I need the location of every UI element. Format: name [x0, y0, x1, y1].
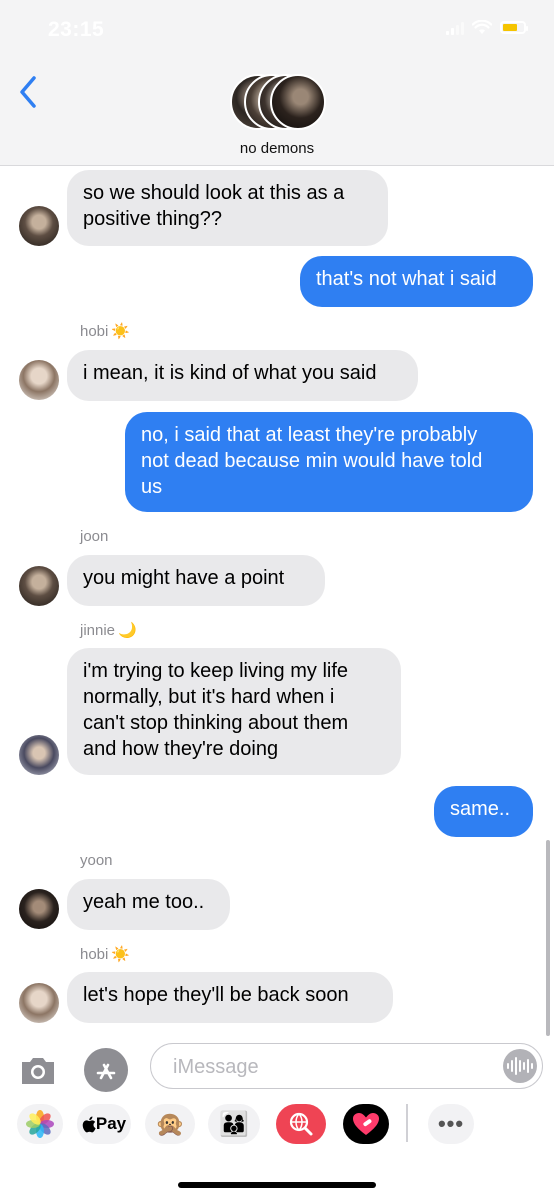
group-name[interactable]: no demons	[0, 140, 554, 157]
sender-name: joon	[80, 528, 108, 545]
wifi-icon	[472, 20, 492, 34]
composer: iMessage	[0, 1038, 554, 1200]
outgoing-message[interactable]: that's not what i said	[300, 256, 533, 307]
photos-icon	[26, 1110, 54, 1138]
incoming-message[interactable]: yeah me too..	[67, 879, 230, 930]
memoji-stickers-app-button[interactable]: 👨‍👩‍👦	[208, 1104, 260, 1144]
message-line: positive thing??	[83, 208, 222, 230]
photos-app-button[interactable]	[17, 1104, 63, 1144]
battery-icon	[500, 21, 528, 34]
status-icons	[446, 20, 528, 35]
avatar	[19, 983, 59, 1023]
message-text: you might have a point	[83, 567, 285, 589]
message-line: and how they're doing	[83, 738, 279, 760]
audio-message-button[interactable]	[503, 1049, 537, 1083]
avatar	[270, 74, 326, 130]
digital-touch-app-button[interactable]	[343, 1104, 389, 1144]
sender-name-text: yoon	[80, 852, 113, 869]
memoji-stickers-icon: 👨‍👩‍👦	[219, 1110, 249, 1138]
camera-icon	[22, 1058, 54, 1084]
app-store-icon	[96, 1063, 116, 1080]
outgoing-message[interactable]: no, i said that at least they're probabl…	[125, 412, 533, 512]
apple-pay-app-button[interactable]: Pay	[77, 1104, 131, 1144]
sender-name: hobi ☀️	[80, 945, 130, 963]
sender-name-text: hobi	[80, 323, 109, 340]
sender-name: jinnie 🌙	[80, 621, 137, 639]
monkey-memoji-icon: 🙊	[155, 1110, 185, 1138]
moon-emoji-icon: 🌙	[118, 622, 137, 639]
message-text: i mean, it is kind of what you said	[83, 362, 377, 384]
globe-search-icon	[289, 1112, 313, 1136]
message-line: us	[141, 476, 163, 498]
message-text: that's not what i said	[316, 268, 497, 290]
back-button[interactable]	[14, 70, 44, 114]
incoming-message[interactable]: so we should look at this as a positive …	[67, 170, 388, 246]
conversation-header: 23:15 no demons	[0, 0, 554, 166]
apple-logo-icon	[82, 1116, 96, 1132]
avatar	[19, 360, 59, 400]
app-drawer-divider	[406, 1104, 408, 1142]
message-line: normally, but it's hard when i	[83, 686, 335, 708]
app-store-button[interactable]	[84, 1048, 128, 1092]
group-avatars[interactable]	[228, 74, 328, 132]
scrollbar[interactable]	[546, 840, 550, 1036]
chevron-left-icon	[20, 76, 36, 108]
apple-pay-label: Pay	[95, 1114, 127, 1133]
memoji-app-button[interactable]: 🙊	[145, 1104, 195, 1144]
message-line: can't stop thinking about them	[83, 712, 349, 734]
more-apps-button[interactable]: •••	[428, 1104, 474, 1144]
message-input[interactable]: iMessage	[150, 1043, 543, 1089]
app-drawer: Pay 🙊 👨‍👩‍👦 •••	[0, 1104, 554, 1148]
sun-emoji-icon: ☀️	[111, 946, 131, 963]
message-text: let's hope they'll be back soon	[83, 984, 349, 1006]
incoming-message[interactable]: let's hope they'll be back soon	[67, 972, 393, 1023]
camera-button[interactable]	[18, 1050, 58, 1090]
message-line: no, i said that at least they're probabl…	[141, 424, 478, 446]
sender-name-text: hobi	[80, 946, 109, 963]
audio-waveform-icon	[507, 1057, 533, 1075]
status-time: 23:15	[48, 18, 105, 41]
avatar	[19, 206, 59, 246]
message-line: not dead because min would have told	[141, 450, 483, 472]
cellular-signal-icon	[446, 21, 464, 35]
sender-name-text: joon	[80, 528, 109, 545]
incoming-message[interactable]: i mean, it is kind of what you said	[67, 350, 418, 401]
outgoing-message[interactable]: same..	[434, 786, 533, 837]
incoming-message[interactable]: i'm trying to keep living my life normal…	[67, 648, 401, 775]
heart-touch-icon	[353, 1113, 379, 1135]
avatar	[19, 889, 59, 929]
sender-name: hobi ☀️	[80, 322, 130, 340]
message-line: so we should look at this as a	[83, 182, 345, 204]
message-text: same..	[450, 798, 511, 820]
message-text: yeah me too..	[83, 891, 205, 913]
home-indicator[interactable]	[178, 1182, 376, 1188]
sun-emoji-icon: ☀️	[111, 323, 131, 340]
message-line: i'm trying to keep living my life	[83, 660, 349, 682]
more-dots-icon: •••	[437, 1111, 465, 1136]
images-search-app-button[interactable]	[276, 1104, 326, 1144]
incoming-message[interactable]: you might have a point	[67, 555, 325, 606]
message-input-placeholder: iMessage	[173, 1056, 259, 1078]
avatar	[19, 735, 59, 775]
avatar	[19, 566, 59, 606]
sender-name-text: jinnie	[80, 622, 116, 639]
sender-name: yoon	[80, 852, 113, 869]
